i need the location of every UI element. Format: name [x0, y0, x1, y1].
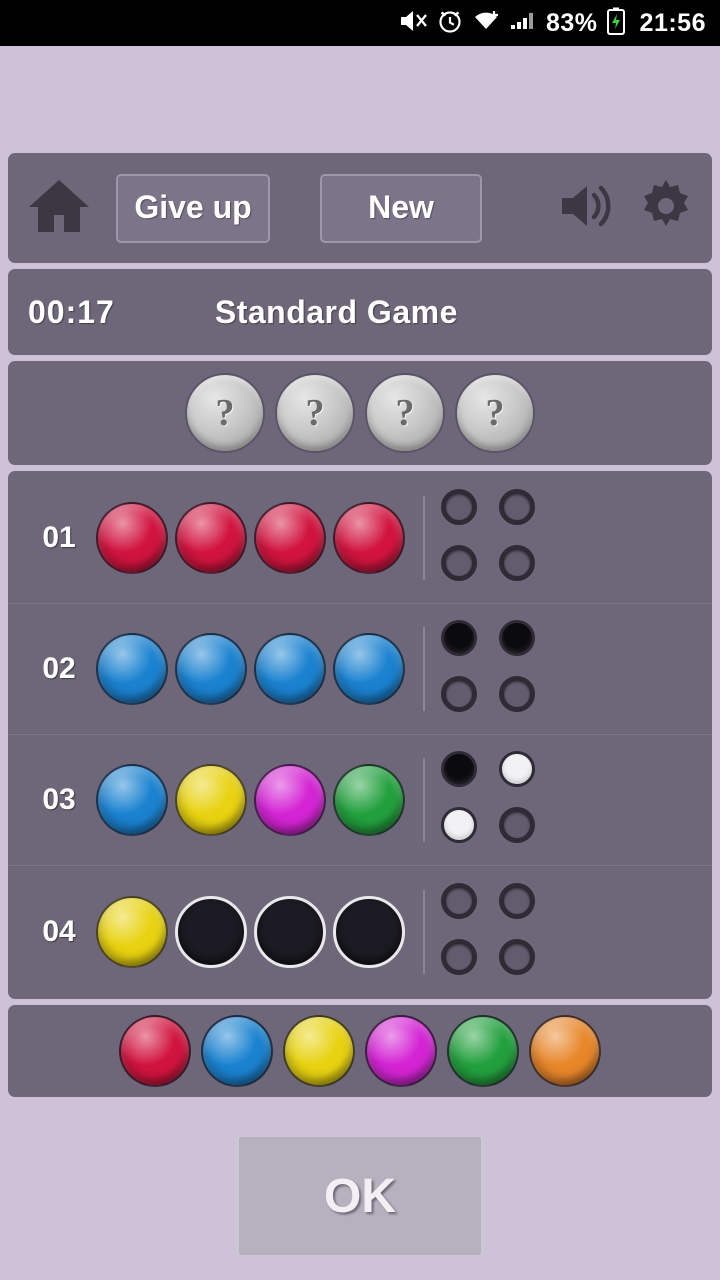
status-bar-clock: 21:56 [639, 8, 706, 37]
feedback-peg [499, 938, 535, 975]
guess-peg[interactable] [175, 895, 247, 968]
guess-peg [333, 502, 405, 574]
battery-icon [606, 7, 625, 40]
status-bar: 83% 21:56 [0, 0, 720, 46]
row-divider [423, 889, 425, 974]
guess-peg [333, 633, 405, 705]
guess-peg [175, 764, 247, 836]
row-divider [423, 496, 425, 580]
feedback-peg [441, 489, 477, 525]
new-game-button[interactable]: New [320, 173, 482, 243]
palette-peg-orange[interactable] [529, 1015, 601, 1087]
guess-peg[interactable] [254, 895, 326, 968]
feedback-peg [441, 620, 477, 656]
wifi-icon [472, 8, 500, 39]
signal-icon [509, 8, 537, 39]
guess-peg [96, 502, 168, 574]
mute-icon [398, 8, 428, 39]
secret-slot: ? [455, 373, 535, 453]
feedback-pegs [441, 489, 541, 587]
ok-button[interactable]: OK [237, 1135, 483, 1257]
guess-pegs [96, 764, 405, 836]
secret-code-row: ? ? ? ? [8, 361, 712, 465]
battery-percent: 83% [546, 8, 598, 37]
feedback-peg [499, 676, 535, 712]
color-palette [8, 1005, 712, 1097]
toolbar: Give up New [8, 153, 712, 263]
feedback-pegs [441, 882, 541, 981]
feedback-peg [499, 751, 535, 787]
toolbar-right-icons [558, 178, 694, 239]
feedback-peg [499, 545, 535, 581]
guess-peg [254, 633, 326, 705]
game-screen: Give up New 00:17 Standard Game ? ? ? ? … [0, 153, 720, 1257]
submit-row: OK [8, 1135, 712, 1257]
guess-peg [175, 502, 247, 574]
info-bar: 00:17 Standard Game [8, 269, 712, 355]
guess-peg [96, 764, 168, 836]
palette-peg-green[interactable] [447, 1015, 519, 1087]
speaker-icon[interactable] [558, 180, 616, 237]
status-bar-icons: 83% 21:56 [398, 7, 706, 40]
secret-slot: ? [275, 373, 355, 453]
game-timer: 00:17 [28, 293, 115, 330]
feedback-peg [441, 751, 477, 787]
palette-peg-blue[interactable] [201, 1015, 273, 1087]
secret-slot: ? [365, 373, 445, 453]
guess-row: 04 [8, 866, 712, 997]
feedback-peg [441, 545, 477, 581]
feedback-peg [441, 882, 477, 919]
guess-pegs [96, 633, 405, 705]
guess-pegs [96, 502, 405, 574]
guess-row-number: 02 [42, 652, 76, 685]
guess-peg [175, 633, 247, 705]
guess-peg [96, 633, 168, 705]
alarm-icon [437, 8, 463, 39]
feedback-pegs [441, 751, 541, 849]
feedback-peg [441, 807, 477, 843]
guess-board: 01 02 03 04 [8, 471, 712, 999]
game-mode-label: Standard Game [214, 293, 458, 330]
give-up-button[interactable]: Give up [116, 173, 270, 243]
guess-row: 03 [8, 735, 712, 866]
guess-peg [333, 764, 405, 836]
guess-row-number: 04 [42, 914, 76, 948]
guess-peg[interactable] [333, 895, 405, 968]
guess-row: 02 [8, 604, 712, 735]
guess-row-number: 01 [42, 521, 76, 554]
guess-peg[interactable] [96, 895, 168, 968]
feedback-peg [499, 807, 535, 843]
guess-peg [254, 502, 326, 574]
row-divider [423, 758, 425, 842]
guess-row-number: 03 [42, 783, 76, 816]
guess-pegs [96, 895, 405, 968]
palette-peg-red[interactable] [119, 1015, 191, 1087]
feedback-peg [441, 938, 477, 975]
feedback-peg [499, 882, 535, 919]
feedback-pegs [441, 620, 541, 718]
palette-peg-yellow[interactable] [283, 1015, 355, 1087]
feedback-peg [499, 620, 535, 656]
guess-peg [254, 764, 326, 836]
gear-icon[interactable] [638, 178, 694, 239]
feedback-peg [441, 676, 477, 712]
palette-peg-magenta[interactable] [365, 1015, 437, 1087]
feedback-peg [499, 489, 535, 525]
secret-slot: ? [185, 373, 265, 453]
home-icon[interactable] [26, 177, 92, 240]
guess-row: 01 [8, 473, 712, 604]
row-divider [423, 627, 425, 711]
